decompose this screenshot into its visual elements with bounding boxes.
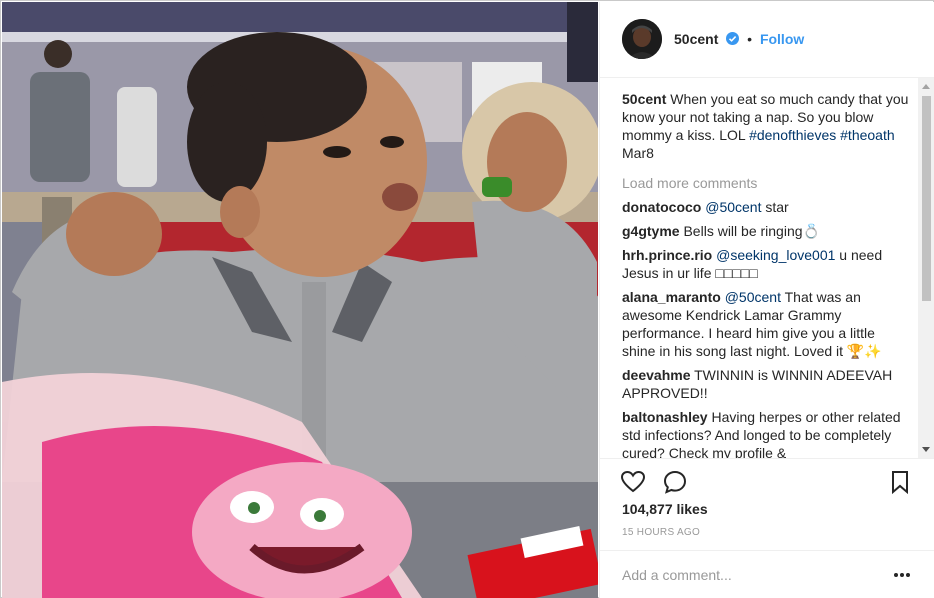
hashtag-link[interactable]: #denofthieves — [749, 127, 836, 143]
scroll-up-arrow-icon[interactable] — [922, 84, 930, 89]
comment-item: baltonashley Having herpes or other rela… — [622, 408, 912, 458]
add-comment-bar — [600, 550, 934, 598]
comment-item: g4gtyme Bells will be ringing💍 — [622, 222, 912, 240]
comment-text: Bells will be ringing💍 — [683, 223, 820, 239]
comments-scrollbar[interactable] — [918, 78, 934, 458]
comment-text: star — [761, 199, 789, 215]
post-timestamp[interactable]: 15 HOURS AGO — [622, 527, 700, 538]
comment-username[interactable]: alana_maranto — [622, 289, 721, 305]
load-more-comments-button[interactable]: Load more comments — [622, 174, 912, 192]
bookmark-icon[interactable] — [887, 469, 913, 495]
avatar-image — [622, 19, 662, 59]
caption: 50cent When you eat so much candy that y… — [622, 90, 912, 162]
comment-username[interactable]: deevahme — [622, 367, 690, 383]
caption-date: Mar8 — [622, 145, 654, 161]
post-username[interactable]: 50cent — [674, 31, 718, 47]
speech-bubble-icon[interactable] — [662, 469, 688, 495]
comment-mention[interactable]: @seeking_love001 — [716, 247, 835, 263]
follow-button[interactable]: Follow — [760, 31, 804, 47]
likes-count[interactable]: 104,877 likes — [622, 501, 708, 517]
comment-username[interactable]: g4gtyme — [622, 223, 680, 239]
scroll-thumb[interactable] — [922, 96, 931, 301]
comment-username[interactable]: donatococo — [622, 199, 701, 215]
comments-list[interactable]: 50cent When you eat so much candy that y… — [622, 90, 912, 458]
header-line: 50cent • Follow — [674, 31, 804, 47]
comment-mention[interactable]: @50cent — [725, 289, 781, 305]
heart-outline-icon[interactable] — [620, 469, 646, 495]
photo-image — [2, 2, 598, 598]
comment-item: donatococo @50cent star — [622, 198, 912, 216]
comment-mention[interactable]: @50cent — [705, 199, 761, 215]
more-dots-icon[interactable] — [892, 565, 912, 585]
add-comment-input[interactable] — [622, 565, 862, 585]
verified-badge-icon — [726, 32, 740, 45]
avatar[interactable] — [622, 19, 662, 59]
comment-username[interactable]: baltonashley — [622, 409, 708, 425]
post-photo[interactable] — [2, 2, 598, 598]
comment-item: hrh.prince.rio @seeking_love001 u need J… — [622, 246, 912, 282]
comment-item: deevahme TWINNIN is WINNIN ADEEVAH APPRO… — [622, 366, 912, 402]
caption-username[interactable]: 50cent — [622, 91, 666, 107]
hashtag-link[interactable]: #theoath — [840, 127, 895, 143]
post-modal: 50cent • Follow 50cent When you eat so m… — [0, 0, 934, 598]
separator-dot: • — [747, 31, 753, 47]
post-details-panel: 50cent • Follow 50cent When you eat so m… — [599, 2, 934, 598]
post-actions: 104,877 likes 15 HOURS AGO — [600, 458, 934, 548]
comment-item: alana_maranto @50cent That was an awesom… — [622, 288, 912, 360]
comment-username[interactable]: hrh.prince.rio — [622, 247, 712, 263]
post-header: 50cent • Follow — [600, 2, 934, 78]
scroll-down-arrow-icon[interactable] — [922, 447, 930, 452]
